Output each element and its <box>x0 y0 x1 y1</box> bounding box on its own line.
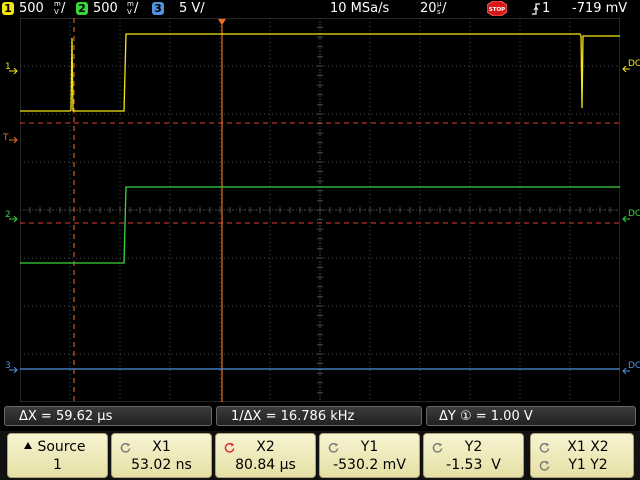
delta-y-readout: ΔY ① = 1.00 V <box>426 406 636 426</box>
trigger-level-marker[interactable]: T <box>3 134 9 143</box>
y2-label: Y2 <box>464 439 483 455</box>
waveform-display[interactable] <box>20 18 620 402</box>
sample-rate: 10 MSa/s <box>330 1 390 16</box>
channel-1-coupling: DC <box>628 59 640 69</box>
source-label: Source <box>37 439 86 455</box>
cursor-link-x-label: X1 X2 <box>567 439 609 455</box>
status-bar: 1 500 m V / 2 500 m V / 3 5 V/ 10 MSa/s … <box>0 0 640 18</box>
channel-1-unit-top: m <box>54 0 61 8</box>
trigger-edge-icon <box>532 3 540 15</box>
source-value: 1 <box>53 457 62 473</box>
cursor-link-softkey[interactable]: X1 X2 Y1 Y2 <box>530 433 634 478</box>
channel-3-coupling: DC <box>628 361 640 371</box>
channel-2-coupling: DC <box>628 209 640 219</box>
y1-label: Y1 <box>360 439 379 455</box>
channel-1-scale: 500 <box>19 1 44 16</box>
x2-softkey[interactable]: X2 80.84 µs <box>215 433 316 478</box>
timebase-unit-bottom: s <box>437 8 441 16</box>
channel-2-arrow-icon <box>9 216 18 222</box>
channel-2-unit-slash: / <box>134 1 139 16</box>
channel-2-unit-bottom: V <box>127 8 132 16</box>
softkey-bar: Source 1 X1 53.02 ns X2 80.84 µs Y1 -530… <box>0 431 640 480</box>
channel-1-arrow-icon <box>9 68 18 74</box>
inverse-delta-x-readout: 1/ΔX = 16.786 kHz <box>216 406 422 426</box>
channel-1-unit-slash: / <box>61 1 66 16</box>
y1-value: -530.2 mV <box>333 457 406 473</box>
channel-3-scale: 5 V/ <box>179 1 205 16</box>
channel-1-unit-bottom: V <box>54 8 59 16</box>
trigger-level-arrow-icon <box>9 137 18 143</box>
x1-value: 53.02 ns <box>131 457 192 473</box>
source-softkey[interactable]: Source 1 <box>7 433 108 478</box>
x1-label: X1 <box>152 439 171 455</box>
x2-label: X2 <box>256 439 275 455</box>
y1-softkey[interactable]: Y1 -530.2 mV <box>319 433 420 478</box>
channel-3-badge[interactable]: 3 <box>152 2 164 15</box>
run-state-text: STOP <box>489 7 505 13</box>
y2-softkey[interactable]: Y2 -1.53 V <box>423 433 524 478</box>
channel-2-badge[interactable]: 2 <box>76 2 88 15</box>
channel-3-arrow-icon <box>9 367 18 373</box>
x1-softkey[interactable]: X1 53.02 ns <box>111 433 212 478</box>
trigger-source: 1 <box>542 1 551 16</box>
y2-value: -1.53 V <box>446 457 501 473</box>
cursor-link-y-label: Y1 Y2 <box>568 457 608 473</box>
measurement-bar: ΔX = 59.62 µs 1/ΔX = 16.786 kHz ΔY ① = 1… <box>0 404 640 428</box>
channel-1-badge[interactable]: 1 <box>2 2 14 15</box>
timebase-unit-slash: / <box>442 1 447 16</box>
x2-value: 80.84 µs <box>235 457 296 473</box>
channel-2-unit-top: m <box>127 0 134 8</box>
channel-2-scale: 500 <box>93 1 118 16</box>
delta-x-readout: ΔX = 59.62 µs <box>4 406 212 426</box>
timebase-unit-top: µ <box>437 0 442 8</box>
timebase-value: 20 <box>420 1 437 16</box>
trigger-level: -719 mV <box>572 1 628 16</box>
stop-icon[interactable]: STOP <box>487 1 507 16</box>
